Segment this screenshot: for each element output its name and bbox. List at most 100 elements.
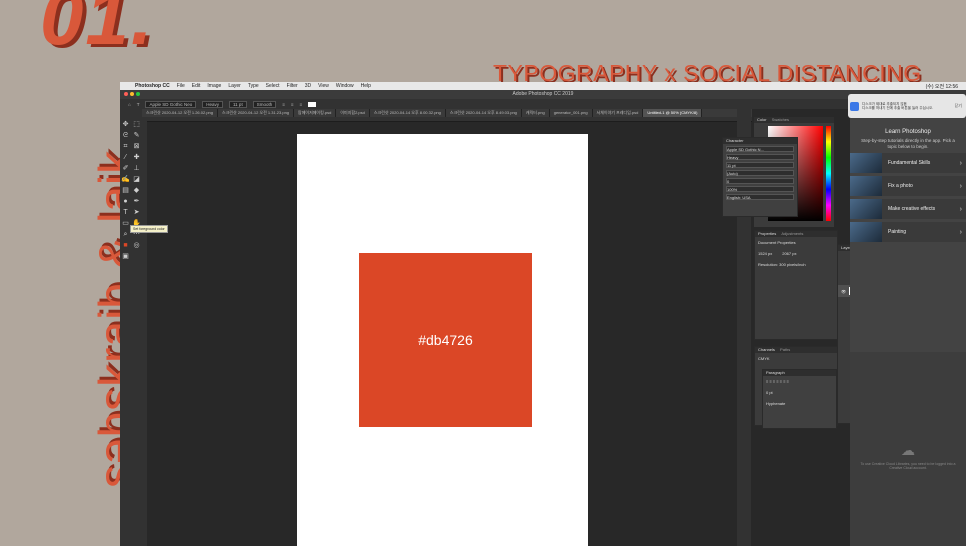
stamp-tool-icon[interactable]: ⊥ <box>131 163 142 174</box>
tab-doc-5[interactable]: 스크린샷 2020-04-14 오후 8.00.32.png <box>370 109 446 117</box>
history-brush-tool-icon[interactable]: ✍ <box>120 174 131 185</box>
tab-doc-6[interactable]: 스크린샷 2020-04-14 오후 8.49.03.png <box>446 109 522 117</box>
horizontal-ruler[interactable] <box>142 117 752 122</box>
frame-tool-icon[interactable]: ⊠ <box>131 141 142 152</box>
notification-close-button[interactable]: 닫기 <box>955 103 964 109</box>
document-properties-label: Document Properties <box>758 240 796 245</box>
quick-mask-icon[interactable]: ◎ <box>131 240 142 251</box>
menu-filter[interactable]: Filter <box>287 83 298 89</box>
notification-banner[interactable]: 디스크가 제대로 추출되지 않음 디스크를 꺼내기 전에 추출 버튼을 눌러 주… <box>848 94 966 118</box>
prop-h-value[interactable]: 2067 px <box>782 251 796 256</box>
window-controls <box>124 92 140 96</box>
tab-doc-4[interactable]: 이미지합2.psd <box>336 109 370 117</box>
path-select-tool-icon[interactable]: ➤ <box>131 207 142 218</box>
screen-mode-icon[interactable]: ▣ <box>120 251 131 262</box>
move-tool-icon[interactable]: ✥ <box>120 119 131 130</box>
document-canvas[interactable]: #db4726 <box>297 134 588 546</box>
font-family-select[interactable]: Apple SD Gothic Neo <box>145 100 197 108</box>
options-bar: ⌂ T Apple SD Gothic Neo Heavy 11 pt Smoo… <box>120 99 966 109</box>
tab-doc-2[interactable]: 스크린샷 2020-04-12 오전 1.31.23.png <box>218 109 295 117</box>
character-size-field[interactable]: 11 pt <box>726 162 794 168</box>
menu-file[interactable]: File <box>177 83 185 89</box>
cloud-icon: ☁ <box>901 442 915 458</box>
tab-swatches[interactable]: Swatches <box>772 117 789 122</box>
character-tracking-field[interactable]: 0 <box>726 178 794 184</box>
home-icon[interactable]: ⌂ <box>128 102 131 107</box>
tab-channels[interactable]: Channels <box>758 347 775 352</box>
clock[interactable]: (수) 오전 12:56 <box>926 83 958 90</box>
marquee-tool-icon[interactable]: ⬚ <box>131 119 142 130</box>
healing-tool-icon[interactable]: ✚ <box>131 152 142 163</box>
learn-item-painting[interactable]: Painting › <box>850 222 966 242</box>
character-language-field[interactable]: English: USA <box>726 194 794 200</box>
pen-tool-icon[interactable]: ✒ <box>131 196 142 207</box>
document-tabs: 스크린샷 2020-04-12 오전 1.26.02.png 스크린샷 2020… <box>142 109 752 117</box>
menu-app-name[interactable]: Photoshop CC <box>135 83 170 89</box>
prop-w-value[interactable]: 1524 px <box>758 251 772 256</box>
properties-panel: Properties Adjustments Document Properti… <box>754 230 838 340</box>
lasso-tool-icon[interactable]: ᘓ <box>120 130 131 141</box>
character-panel-title[interactable]: Character <box>723 138 797 144</box>
character-scale-field[interactable]: 100% <box>726 186 794 192</box>
font-style-select[interactable]: Heavy <box>202 100 224 108</box>
tab-paths[interactable]: Paths <box>780 347 790 352</box>
hue-slider[interactable] <box>826 126 831 221</box>
menu-window[interactable]: Window <box>336 83 354 89</box>
font-size-select[interactable]: 11 pt <box>229 100 247 108</box>
learn-thumbnail <box>850 199 882 219</box>
tab-color[interactable]: Color <box>757 117 767 122</box>
paragraph-indent-field[interactable]: 0 pt <box>763 387 836 398</box>
type-tool-icon[interactable]: T <box>137 102 140 107</box>
menu-3d[interactable]: 3D <box>305 83 311 89</box>
menu-image[interactable]: Image <box>207 83 221 89</box>
paragraph-align-buttons[interactable]: ≡ ≡ ≡ ≡ ≡ ≡ ≡ <box>763 376 836 387</box>
tooltip: Set foreground color <box>130 225 168 233</box>
tab-adjustments[interactable]: Adjustments <box>781 231 803 236</box>
tab-doc-1[interactable]: 스크린샷 2020-04-12 오전 1.26.02.png <box>142 109 219 117</box>
learn-item-label: Fix a photo <box>888 183 913 189</box>
menu-help[interactable]: Help <box>361 83 371 89</box>
brush-tool-icon[interactable]: ✐ <box>120 163 131 174</box>
minimize-icon[interactable] <box>130 92 134 96</box>
vertical-ruler[interactable] <box>142 117 147 546</box>
gradient-tool-icon[interactable]: ▤ <box>120 185 131 196</box>
character-leading-field[interactable]: (Auto) <box>726 170 794 176</box>
blur-tool-icon[interactable]: ◆ <box>131 185 142 196</box>
align-left-icon[interactable]: ≡ <box>282 102 285 107</box>
close-icon[interactable] <box>124 92 128 96</box>
properties-size-row: 1524 px 2067 px <box>755 248 837 259</box>
tab-doc-8[interactable]: generator_001.png <box>550 109 593 117</box>
tab-doc-7[interactable]: 캐릭터.png <box>522 109 550 117</box>
eyedropper-tool-icon[interactable]: ⁄ <box>120 152 131 163</box>
maximize-icon[interactable] <box>136 92 140 96</box>
type-tool-icon[interactable]: T <box>120 207 131 218</box>
learn-item-creative-effects[interactable]: Make creative effects › <box>850 199 966 219</box>
menu-edit[interactable]: Edit <box>192 83 201 89</box>
tab-doc-9[interactable]: 서체이야기 프레디임.psd <box>593 109 644 117</box>
character-style-field[interactable]: Heavy <box>726 154 794 160</box>
anti-alias-select[interactable]: Smooth <box>252 100 277 108</box>
quick-select-tool-icon[interactable]: ✎ <box>131 130 142 141</box>
align-right-icon[interactable]: ≡ <box>300 102 303 107</box>
character-font-field[interactable]: Apple SD Gothic N... <box>726 146 794 152</box>
menu-view[interactable]: View <box>318 83 329 89</box>
channel-cmyk[interactable]: CMYK <box>755 353 837 364</box>
text-color-swatch[interactable] <box>308 101 317 107</box>
color-panel-tabs: Color Swatches <box>754 117 834 123</box>
align-center-icon[interactable]: ≡ <box>291 102 294 107</box>
tab-doc-3[interactable]: 팝메이저메이킹.psd <box>294 109 337 117</box>
crop-tool-icon[interactable]: ⌗ <box>120 141 131 152</box>
menu-layer[interactable]: Layer <box>228 83 241 89</box>
foreground-color-swatch[interactable]: ■ <box>120 240 131 251</box>
eye-icon[interactable]: 👁 <box>841 289 846 294</box>
dodge-tool-icon[interactable]: ● <box>120 196 131 207</box>
tab-doc-active[interactable]: Untitled-1 @ 50% (CMYK/8) <box>643 109 703 117</box>
hyphenate-checkbox[interactable]: Hyphenate <box>763 398 836 409</box>
color-swatch-rect[interactable]: #db4726 <box>359 253 532 427</box>
menu-type[interactable]: Type <box>248 83 259 89</box>
tab-properties[interactable]: Properties <box>758 231 776 236</box>
learn-item-fix-photo[interactable]: Fix a photo › <box>850 176 966 196</box>
learn-item-fundamental[interactable]: Fundamental Skills › <box>850 153 966 173</box>
menu-select[interactable]: Select <box>266 83 280 89</box>
eraser-tool-icon[interactable]: ◪ <box>131 174 142 185</box>
